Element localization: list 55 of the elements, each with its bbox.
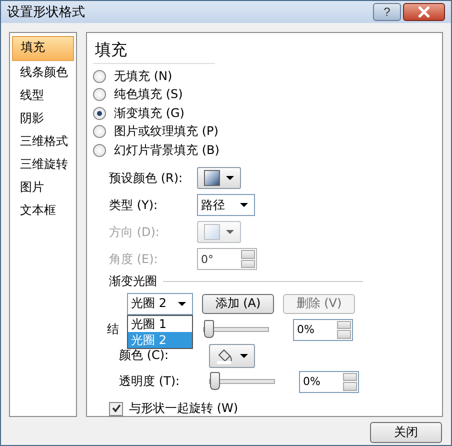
gradient-swatch-icon	[204, 170, 220, 186]
field-label: 颜色 (C):	[119, 347, 170, 364]
radio-option[interactable]: 渐变填充 (G)	[93, 104, 436, 122]
category-item[interactable]: 三维格式	[12, 130, 74, 153]
close-button[interactable]	[403, 3, 445, 21]
radio-button[interactable]	[93, 88, 106, 102]
type-dropdown[interactable]: 路径	[197, 194, 255, 216]
transparency-field[interactable]: 0%	[299, 370, 359, 392]
gradient-swatch-icon	[204, 224, 220, 240]
dropdown-option[interactable]: 光圈 1	[128, 316, 192, 332]
field-label: 类型 (Y):	[109, 196, 159, 214]
category-item[interactable]: 线条颜色	[12, 61, 74, 84]
radio-button[interactable]	[93, 70, 106, 83]
field-label: 角度 (E):	[109, 250, 159, 268]
spinner-icon	[241, 250, 255, 268]
close-icon	[417, 6, 431, 18]
category-item[interactable]: 阴影	[12, 107, 74, 130]
radio-option[interactable]: 纯色填充 (S)	[93, 86, 436, 104]
close-dialog-button[interactable]: 关闭	[370, 422, 442, 443]
paint-bucket-icon	[216, 348, 234, 364]
caret-icon	[226, 176, 234, 180]
category-item[interactable]: 图片	[12, 176, 74, 199]
caret-icon	[240, 203, 248, 207]
preset-color-button[interactable]	[197, 167, 241, 189]
field-label: 方向 (D):	[109, 224, 160, 240]
field-label: 结	[107, 321, 119, 338]
radio-option[interactable]: 幻灯片背景填充 (B)	[93, 141, 436, 160]
group-title: 渐变光圈	[109, 273, 157, 290]
spinner-icon	[343, 372, 357, 390]
slider-thumb[interactable]	[210, 372, 220, 390]
section-heading: 填充	[93, 37, 215, 64]
radio-option[interactable]: 图片或纹理填充 (P)	[93, 122, 436, 141]
caret-icon	[178, 302, 186, 306]
radio-button[interactable]	[93, 106, 106, 120]
slider-thumb[interactable]	[204, 320, 214, 338]
spinner-icon	[337, 320, 351, 338]
help-button[interactable]: ?	[373, 3, 401, 21]
checkbox-label: 与形状一起旋转 (W)	[129, 400, 238, 417]
add-button[interactable]: 添加 (A)	[202, 294, 274, 314]
category-item[interactable]: 线型	[12, 84, 74, 107]
checkbox[interactable]	[109, 402, 123, 416]
category-item[interactable]: 三维旋转	[12, 153, 74, 176]
category-item[interactable]: 填充	[12, 36, 74, 61]
position-field[interactable]: 0%	[293, 318, 353, 340]
caret-icon	[240, 354, 248, 358]
field-label: 透明度 (T):	[119, 373, 181, 390]
color-button[interactable]	[209, 344, 255, 368]
stop-dropdown[interactable]: 光圈 2	[127, 292, 193, 314]
radio-button[interactable]	[93, 144, 106, 157]
field-label: 预设颜色 (R):	[109, 170, 184, 186]
window-title: 设置形状格式	[7, 4, 85, 21]
category-item[interactable]: 文本框	[12, 199, 74, 222]
caret-icon	[226, 230, 234, 234]
radio-option[interactable]: 无填充 (N)	[93, 67, 436, 86]
radio-button[interactable]	[93, 125, 106, 138]
